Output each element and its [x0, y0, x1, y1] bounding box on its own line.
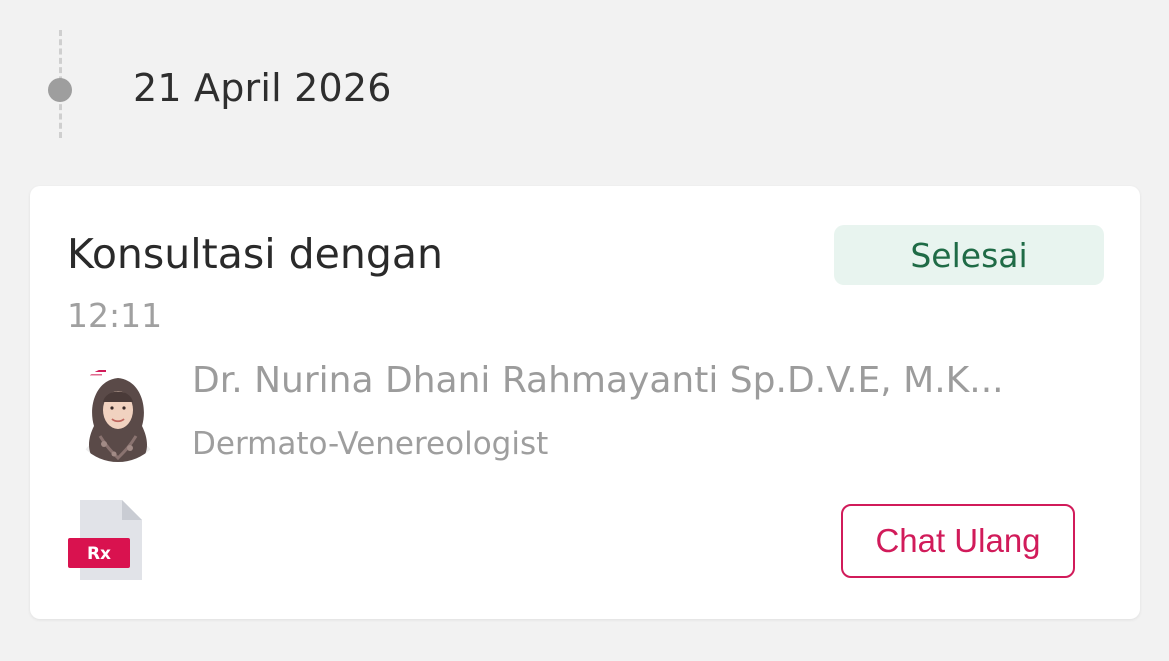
timeline: 21 April 2026 — [0, 0, 1169, 150]
status-badge: Selesai — [834, 225, 1104, 285]
prescription-file-icon[interactable]: Rx — [68, 498, 144, 582]
doctor-avatar — [70, 366, 166, 462]
consultation-card[interactable]: Konsultasi dengan 12:11 Selesai Dr. Nuri… — [30, 186, 1140, 619]
timeline-dot — [48, 78, 72, 102]
doctor-name: Dr. Nurina Dhani Rahmayanti Sp.D.V.E, M.… — [192, 360, 1004, 401]
doctor-avatar-image — [70, 366, 166, 462]
doctor-specialty: Dermato-Venereologist — [192, 426, 549, 462]
consultation-title: Konsultasi dengan — [67, 230, 444, 278]
chat-ulang-button[interactable]: Chat Ulang — [841, 504, 1075, 578]
rx-label: Rx — [87, 544, 111, 564]
rx-file-icon-graphic: Rx — [68, 500, 142, 580]
consultation-time: 12:11 — [67, 296, 163, 335]
timeline-date: 21 April 2026 — [133, 66, 392, 110]
